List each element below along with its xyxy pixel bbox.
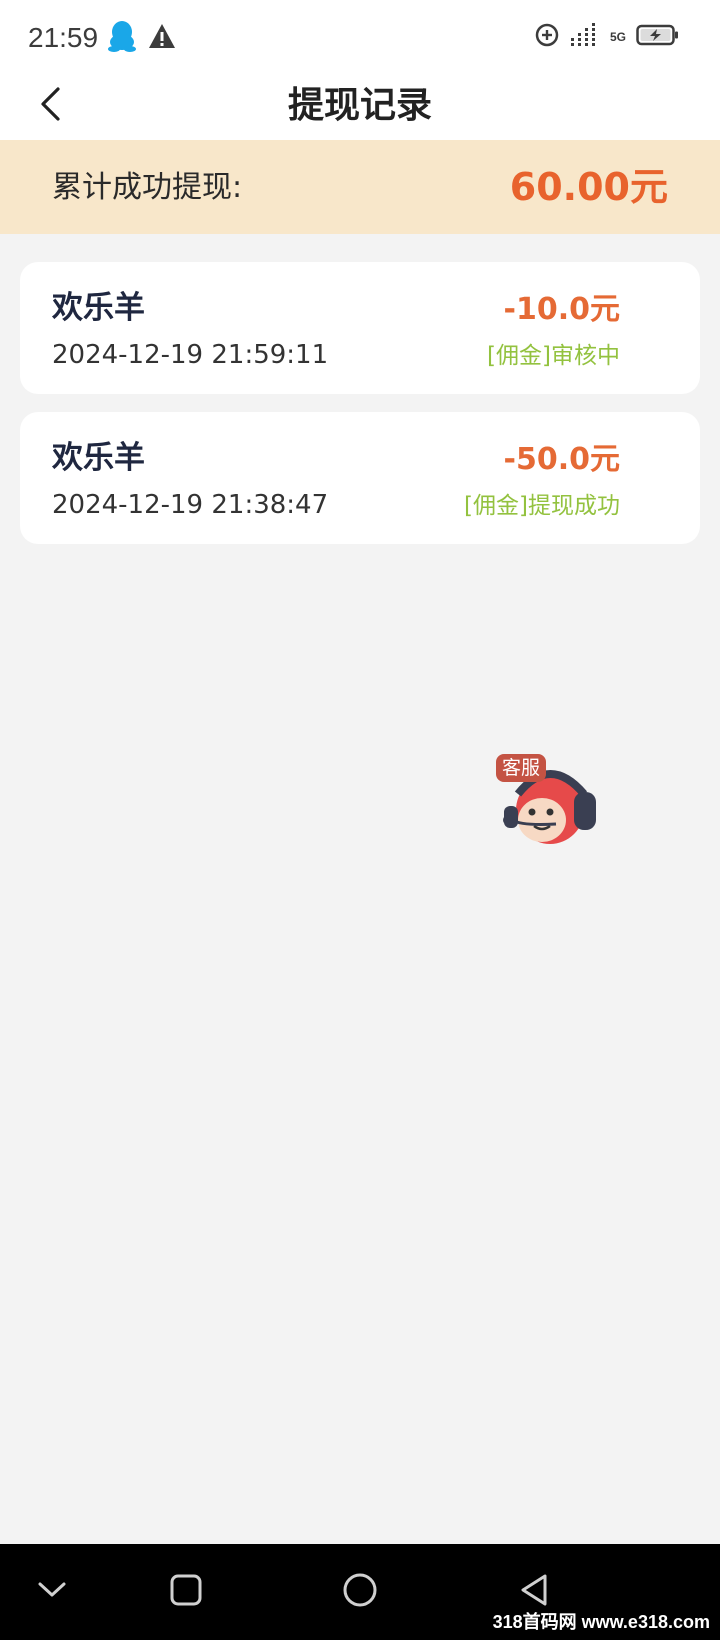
record-time: 2024-12-19 21:59:11: [52, 340, 329, 370]
status-time: 21:59: [28, 22, 99, 53]
record-amount: -10.0元: [503, 292, 620, 327]
chevron-down-icon: [37, 1580, 67, 1604]
qq-icon: [108, 20, 136, 56]
warning-icon: [148, 23, 176, 53]
nav-collapse-button[interactable]: [28, 1568, 76, 1616]
nav-recents-button[interactable]: [162, 1568, 210, 1616]
summary-label: 累计成功提现:: [52, 170, 243, 205]
record-status: [佣金]审核中: [487, 343, 620, 369]
signal-icon: [570, 22, 600, 52]
customer-service-button[interactable]: 客服: [496, 754, 606, 854]
withdraw-record-list: 欢乐羊 2024-12-19 21:59:11 -10.0元 [佣金]审核中 欢…: [20, 262, 700, 562]
record-name: 欢乐羊: [52, 290, 145, 326]
data-saver-icon: [534, 22, 560, 52]
record-amount: -50.0元: [503, 442, 620, 477]
status-bar: 21:59 5G: [0, 0, 720, 72]
battery-charging-icon: [636, 23, 680, 51]
record-card[interactable]: 欢乐羊 2024-12-19 21:59:11 -10.0元 [佣金]审核中: [20, 262, 700, 394]
system-nav-bar: 318首码网 www.e318.com: [0, 1544, 720, 1640]
nav-home-button[interactable]: [336, 1568, 384, 1616]
page-title: 提现记录: [287, 85, 432, 126]
site-watermark: 318首码网 www.e318.com: [488, 1606, 714, 1636]
status-system-icons: 5G: [534, 22, 680, 52]
withdraw-summary-banner: 累计成功提现: 60.00元: [0, 140, 720, 234]
network-type-label: 5G: [609, 30, 626, 44]
circle-icon: [342, 1572, 378, 1612]
customer-service-label: 客服: [496, 754, 547, 782]
summary-amount: 60.00元: [509, 165, 668, 209]
status-notification-icons: [108, 20, 176, 56]
record-card[interactable]: 欢乐羊 2024-12-19 21:38:47 -50.0元 [佣金]提现成功: [20, 412, 700, 544]
app-header: 提现记录: [0, 72, 720, 140]
record-name: 欢乐羊: [52, 440, 145, 476]
record-status: [佣金]提现成功: [464, 493, 620, 519]
square-icon: [169, 1573, 203, 1611]
record-time: 2024-12-19 21:38:47: [52, 490, 329, 520]
